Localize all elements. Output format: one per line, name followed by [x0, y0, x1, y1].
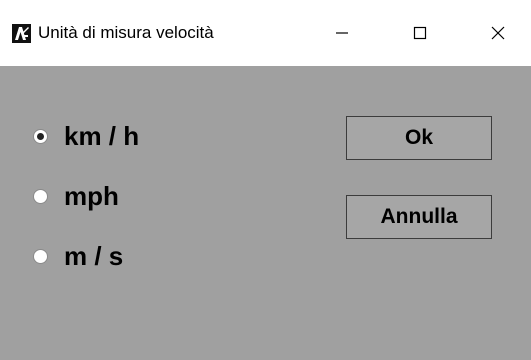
radio-label-km-h[interactable]: km / h [64, 121, 139, 152]
dialog-window: Unità di misura velocità km / h mph m / … [0, 0, 531, 360]
maximize-icon [413, 26, 427, 40]
radio-km-h[interactable]: km / h [33, 121, 139, 152]
radio-button[interactable] [33, 249, 48, 264]
close-icon [491, 26, 505, 40]
window-title: Unità di misura velocità [38, 23, 214, 42]
radio-mph[interactable]: mph [33, 181, 119, 212]
radio-button[interactable] [33, 189, 48, 204]
radio-label-mph[interactable]: mph [64, 181, 119, 212]
cancel-button[interactable]: Annulla [346, 195, 492, 239]
app-icon [12, 24, 31, 43]
ok-button[interactable]: Ok [346, 116, 492, 160]
minimize-button[interactable] [315, 0, 369, 66]
maximize-button[interactable] [393, 0, 447, 66]
minimize-icon [336, 32, 348, 34]
radio-m-s[interactable]: m / s [33, 241, 123, 272]
radio-selected-dot [37, 133, 44, 140]
radio-label-m-s[interactable]: m / s [64, 241, 123, 272]
dialog-body: km / h mph m / s Ok Annulla [0, 66, 531, 360]
title-bar[interactable]: Unità di misura velocità [0, 0, 531, 66]
close-button[interactable] [471, 0, 525, 66]
radio-button-selected[interactable] [33, 129, 48, 144]
